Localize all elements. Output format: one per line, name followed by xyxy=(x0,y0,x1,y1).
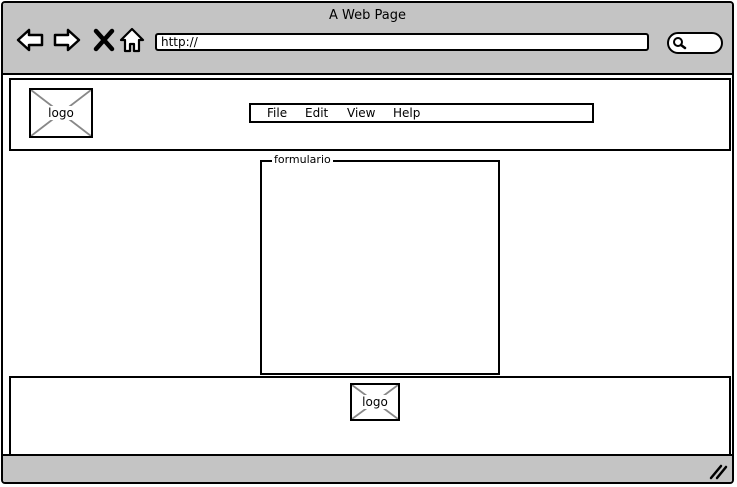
resize-handle-icon[interactable] xyxy=(708,462,728,480)
window-title: A Web Page xyxy=(329,8,406,23)
forward-arrow-icon[interactable] xyxy=(52,25,82,55)
search-icon xyxy=(673,37,687,50)
form-legend: formulario xyxy=(272,153,333,167)
menu-item-edit[interactable]: Edit xyxy=(305,105,328,121)
menu-item-help[interactable]: Help xyxy=(393,105,420,121)
form-fieldset: formulario xyxy=(260,153,500,375)
status-bar xyxy=(3,454,732,482)
menu-item-view[interactable]: View xyxy=(347,105,375,121)
logo-label: logo xyxy=(46,106,76,120)
back-arrow-icon[interactable] xyxy=(15,25,45,55)
footer-logo: logo xyxy=(350,383,400,421)
home-icon[interactable] xyxy=(117,25,147,55)
header-logo: logo xyxy=(29,88,93,138)
search-field[interactable] xyxy=(667,32,723,54)
menu-item-file[interactable]: File xyxy=(267,105,287,121)
menu-bar: File Edit View Help xyxy=(249,103,594,123)
browser-chrome: A Web Page http:// xyxy=(3,3,732,75)
logo-label: logo xyxy=(360,395,390,409)
browser-window: A Web Page http:// logo File Edit View H… xyxy=(1,1,734,484)
page-header: logo File Edit View Help xyxy=(9,78,731,151)
url-input[interactable]: http:// xyxy=(155,33,649,51)
page-footer: logo xyxy=(9,376,731,456)
close-x-icon[interactable] xyxy=(89,25,119,55)
